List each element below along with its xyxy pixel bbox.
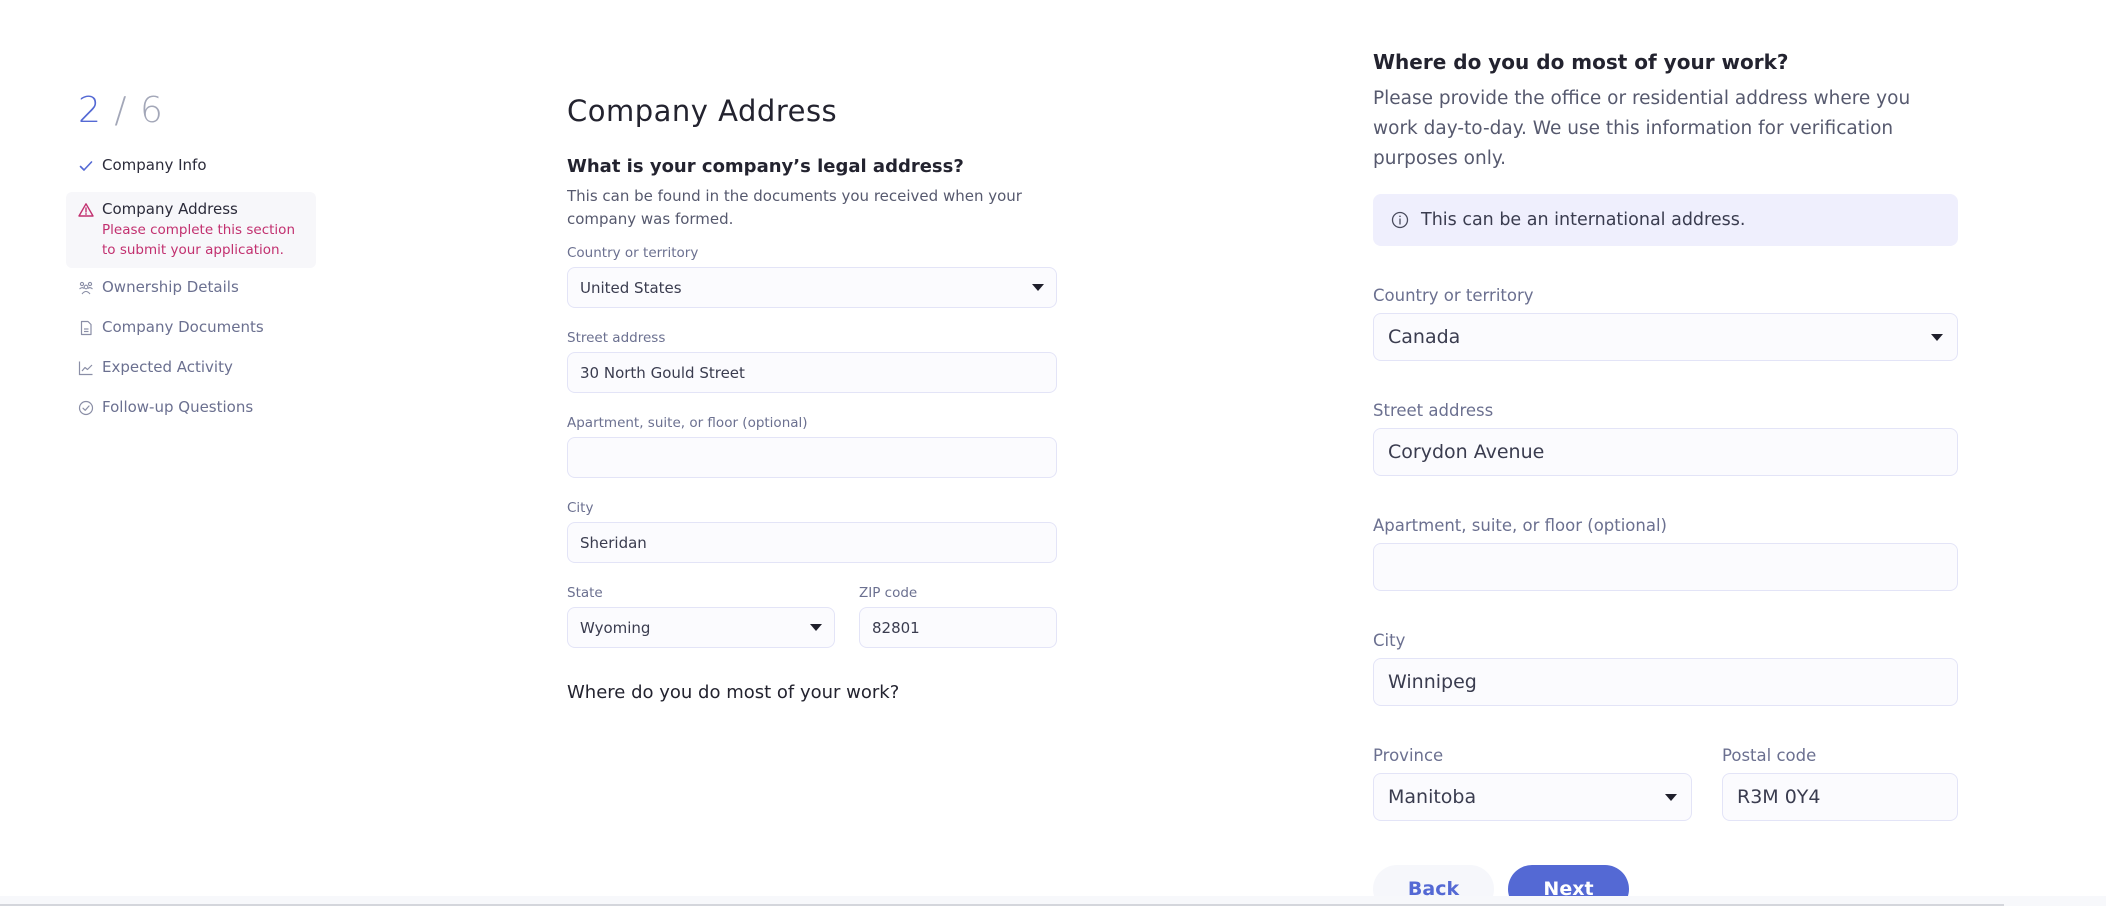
state-field: State Wyoming [567,585,835,648]
work-apartment-label: Apartment, suite, or floor (optional) [1373,516,1667,535]
document-icon [78,320,94,336]
sidebar-item-ownership-details[interactable]: Ownership Details [66,272,316,312]
province-select[interactable]: Manitoba [1373,773,1692,821]
city-field: City Sheridan [567,500,1057,563]
international-address-note: This can be an international address. [1373,194,1958,246]
work-country-label: Country or territory [1373,286,1534,305]
chart-icon [78,360,94,376]
sidebar-item-company-documents[interactable]: Company Documents [66,312,316,352]
chevron-down-icon [1931,333,1943,341]
province-value: Manitoba [1388,786,1477,808]
sidebar-item-label: Company Documents [102,318,264,336]
current-step: 2 [78,90,102,131]
zip-field: ZIP code 82801 [859,585,1057,648]
incomplete-section-warning: Please complete this section to submit y… [102,222,295,258]
work-country-field: Country or territory Canada [1373,286,1958,361]
work-country-value: Canada [1388,326,1461,348]
work-city-label: City [1373,631,1406,650]
country-label: Country or territory [567,245,699,261]
sidebar-item-company-info[interactable]: Company Info [66,150,316,190]
step-separator: / [114,90,128,131]
street-field: Street address 30 North Gould Street [567,330,1057,393]
work-street-input[interactable]: Corydon Avenue [1373,428,1958,476]
total-steps: 6 [139,90,164,131]
work-street-label: Street address [1373,401,1494,420]
province-label: Province [1373,746,1444,765]
apartment-input[interactable] [567,437,1057,478]
apartment-field: Apartment, suite, or floor (optional) [567,415,1057,478]
legal-address-form: Company Address What is your company’s l… [567,94,1057,736]
work-country-select[interactable]: Canada [1373,313,1958,361]
work-address-question: Where do you do most of your work? [1373,50,1789,74]
warning-icon [78,202,94,218]
state-label: State [567,585,603,601]
page-title: Company Address [567,94,838,128]
work-street-field: Street address Corydon Avenue [1373,401,1958,476]
postal-label: Postal code [1722,746,1817,765]
people-icon [78,280,94,296]
province-field: Province Manitoba [1373,746,1692,821]
work-city-field: City Winnipeg [1373,631,1958,706]
work-city-input[interactable]: Winnipeg [1373,658,1958,706]
sidebar-item-label: Expected Activity [102,358,233,376]
sidebar-item-label: Company Info [102,156,207,174]
zip-input[interactable]: 82801 [859,607,1057,648]
apartment-label: Apartment, suite, or floor (optional) [567,415,808,431]
postal-field: Postal code R3M 0Y4 [1722,746,1958,821]
zip-label: ZIP code [859,585,918,601]
city-label: City [567,500,594,516]
work-apartment-field: Apartment, suite, or floor (optional) [1373,516,1958,591]
street-label: Street address [567,330,666,346]
sidebar-item-expected-activity[interactable]: Expected Activity [66,352,316,392]
legal-address-question: What is your company’s legal address? [567,156,964,177]
sidebar-item-follow-up-questions[interactable]: Follow-up Questions [66,392,316,432]
chevron-down-icon [1665,793,1677,801]
city-input[interactable]: Sheridan [567,522,1057,563]
sidebar-item-label: Company Address [102,200,238,218]
postal-input[interactable]: R3M 0Y4 [1722,773,1958,821]
check-icon [78,158,94,174]
state-value: Wyoming [580,618,651,637]
step-counter: 2 / 6 [78,88,316,134]
chevron-down-icon [1032,284,1044,291]
sidebar-item-label: Follow-up Questions [102,398,254,416]
country-field: Country or territory United States [567,245,1057,308]
work-apartment-input[interactable] [1373,543,1958,591]
work-address-description: Please provide the office or residential… [1373,88,1911,169]
province-postal-row: Province Manitoba Postal code R3M 0Y4 [1373,746,1958,861]
state-zip-row: State Wyoming ZIP code 82801 [567,585,1057,670]
sidebar-item-label: Ownership Details [102,278,239,296]
sidebar-item-company-address[interactable]: Company Address Please complete this sec… [66,192,316,268]
step-list: Company Info Company Address Please comp… [66,150,316,432]
info-note-text: This can be an international address. [1421,210,1746,230]
state-select[interactable]: Wyoming [567,607,835,648]
chevron-down-icon [810,624,822,631]
work-address-form: Where do you do most of your work? Pleas… [1373,50,1958,906]
info-icon [1391,211,1409,229]
country-value: United States [580,278,682,297]
legal-address-description: This can be found in the documents you r… [567,187,1022,228]
progress-sidebar: 2 / 6 Company Info Company Address Pleas… [66,88,316,432]
work-address-question-clipped: Where do you do most of your work? [567,682,900,703]
street-input[interactable]: 30 North Gould Street [567,352,1057,393]
check-circle-icon [78,400,94,416]
country-select[interactable]: United States [567,267,1057,308]
